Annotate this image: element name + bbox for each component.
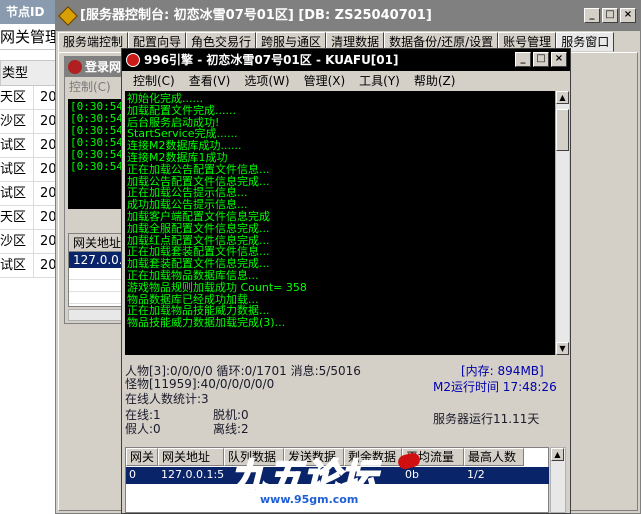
engine-titlebar[interactable]: 996引擎 - 初恋冰雪07号01区 - KUAFU[01] _ □ × [122,49,570,71]
monster-stats: 怪物[11959]:40/0/0/0/0/0 [125,377,275,391]
online-count-stat: 在线人数统计:3 [125,392,209,406]
table-row[interactable]: 0 127.0.0.1:5438 0b 1/2 [126,467,549,484]
gateway-connection-table: 网关 网关地址 队列数据 发送数据 剩余数据 平均流量 最高人数 0 127.0… [125,447,549,513]
app-diamond-icon [58,6,78,26]
offline-hang-stat: 脱机:0 [213,408,249,422]
scroll-up-icon[interactable]: ▲ [551,448,564,461]
console-title: [服务器控制台: 初恋冰雪07号01区] [DB: ZS25040701] [80,8,432,23]
col-gateway-address[interactable]: 网关地址 [158,448,224,466]
log-line: 游戏物品规则加载成功 Count= 358 [127,280,307,294]
table-row[interactable]: 沙区 20 [0,110,60,134]
log-line: 加载配置文件完成...... [127,103,236,117]
minimize-button[interactable]: _ [584,8,600,23]
node-table-header[interactable]: 类型 [0,60,60,86]
tab-server-control[interactable]: 服务端控制 [58,32,129,52]
engine-log-console: 初始化完成...... 加载配置文件完成...... 后台服务启动成功! Sta… [125,91,555,355]
engine-maximize-button[interactable]: □ [533,52,549,67]
menu-view[interactable]: 查看(V) [182,71,238,91]
col-max-players[interactable]: 最高人数 [464,448,524,466]
table-row[interactable]: 试区 20 [0,134,60,158]
log-line: 连接M2数据库1成功 [127,150,228,164]
engine-close-button[interactable]: × [551,52,567,67]
node-table: 类型 天区 20 沙区 20 试区 20 试区 20 试区 20 天区 20 沙区 20 试区… [0,60,60,278]
col-average-traffic[interactable]: 平均流量 [402,448,464,466]
menu-options[interactable]: 选项(W) [237,71,296,91]
m2-runtime-stat: M2运行时间 17:48:26 [433,380,557,394]
col-gateway[interactable]: 网关 [126,448,158,466]
engine-stats-panel: 人物[3]:0/0/0/0 循环:0/1701 消息:5/5016 怪物[119… [125,361,569,443]
menu-help[interactable]: 帮助(Z) [407,71,463,91]
close-button[interactable]: × [620,8,636,23]
menu-control[interactable]: 控制(C) [126,71,182,91]
log-line: 物品技能威力数据加载完成(3)... [127,316,286,330]
engine-menubar: 控制(C) 查看(V) 选项(W) 管理(X) 工具(Y) 帮助(Z) [122,71,570,91]
log-line: 正在加载物品数据库信息... [127,268,259,282]
menu-manage[interactable]: 管理(X) [297,71,353,91]
engine-logo-icon [126,53,140,67]
menu-tools[interactable]: 工具(Y) [352,71,407,91]
engine-log-scrollbar[interactable]: ▲ ▼ [555,91,569,355]
conn-table-header: 网关 网关地址 队列数据 发送数据 剩余数据 平均流量 最高人数 [126,448,524,466]
server-runtime-stat: 服务器运行11.11天 [433,412,540,426]
engine-window: 996引擎 - 初恋冰雪07号01区 - KUAFU[01] _ □ × 控制(… [121,48,571,514]
table-row[interactable]: 试区 20 [0,158,60,182]
table-row[interactable]: 试区 20 [0,254,60,278]
engine-minimize-button[interactable]: _ [515,52,531,67]
table-row[interactable]: 试区 20 [0,182,60,206]
login-engine-icon [68,60,82,74]
engine-title: 996引擎 - 初恋冰雪07号01区 - KUAFU[01] [144,53,399,67]
maximize-button[interactable]: □ [602,8,618,23]
background-window: 节点ID 网关管理 类型 天区 20 沙区 20 试区 20 试区 20 试区 20 天区… [0,0,60,514]
col-remaining-data[interactable]: 剩余数据 [344,448,402,466]
col-send-data[interactable]: 发送数据 [284,448,344,466]
gateway-management-header: 网关管理 [0,24,60,50]
memory-stat: [内存: 894MB] [461,364,544,378]
login-gateway-title: 登录网 [85,60,122,74]
conn-table-scrollbar[interactable]: ▲ [550,447,566,513]
fake-player-stat: 假人:0 [125,422,161,436]
scroll-thumb[interactable] [556,109,569,151]
console-titlebar[interactable]: [服务器控制台: 初恋冰雪07号01区] [DB: ZS25040701] _ … [56,1,640,31]
leave-stat: 离线:2 [213,422,249,436]
online-stat: 在线:1 [125,408,161,422]
log-line: 加载全服配置文件信息完成... [127,221,270,235]
col-queue-data[interactable]: 队列数据 [224,448,284,466]
log-line: 正在加载公告配置文件信息... [127,162,270,176]
scroll-down-icon[interactable]: ▼ [556,342,569,355]
table-row[interactable]: 天区 20 [0,206,60,230]
scroll-up-icon[interactable]: ▲ [556,91,569,104]
background-window-title: 节点ID [0,0,60,24]
table-row[interactable]: 沙区 20 [0,230,60,254]
log-line: 加载客户端配置文件信息完成 [127,209,270,223]
table-row[interactable]: 天区 20 [0,86,60,110]
